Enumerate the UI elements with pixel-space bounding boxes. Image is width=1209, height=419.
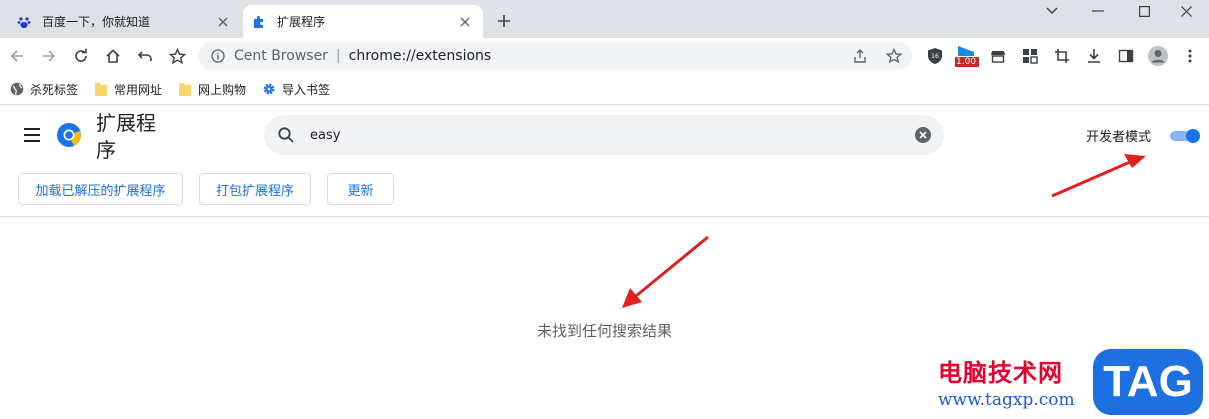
- arrow-to-empty-message: [622, 235, 709, 308]
- watermark-text: 电脑技术网: [938, 359, 1063, 387]
- watermark-url: www.tagxp.com: [938, 390, 1075, 410]
- watermark-tag-logo: TAG: [1093, 349, 1203, 415]
- arrow-to-toggle: [1051, 154, 1146, 198]
